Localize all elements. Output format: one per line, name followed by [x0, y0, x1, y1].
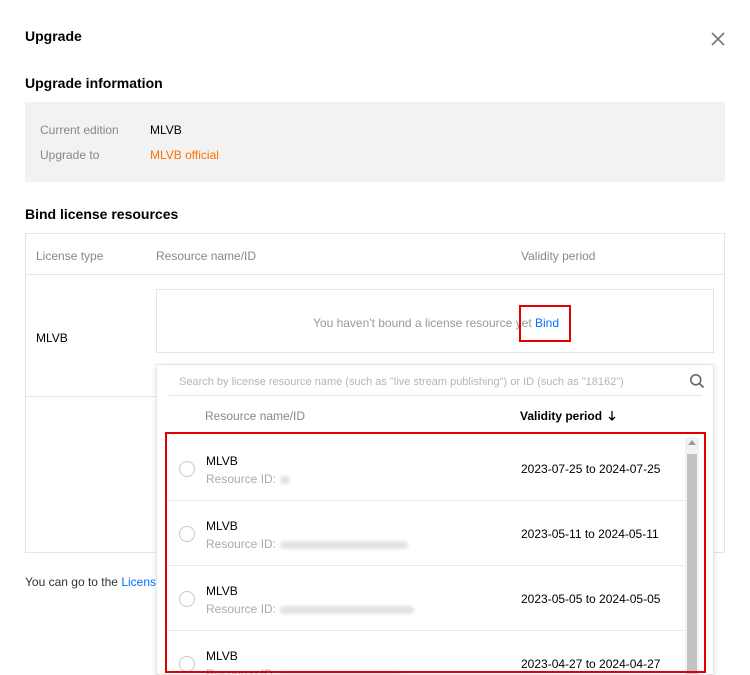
sort-down-icon[interactable]	[608, 411, 616, 421]
footer-note: You can go to the Licens	[25, 575, 156, 589]
current-edition-label: Current edition	[40, 123, 119, 137]
bind-empty-text: You haven't bound a license resource yet	[313, 316, 532, 330]
row-divider	[26, 396, 157, 397]
list-highlight-box	[165, 432, 706, 673]
upgrade-to-label: Upgrade to	[40, 148, 100, 162]
search-bar	[169, 367, 705, 396]
column-validity-period: Validity period	[521, 249, 596, 263]
column-license-type: License type	[36, 249, 104, 263]
upgrade-info-panel: Current edition MLVB Upgrade to MLVB offic…	[25, 102, 725, 182]
resource-search-input[interactable]	[169, 371, 664, 393]
upgrade-to-value: MLVB official	[150, 148, 219, 162]
bind-resource-box: You haven't bound a license resource yet…	[156, 289, 714, 353]
list-column-name: Resource name/ID	[205, 409, 306, 423]
bind-license-title: Bind license resources	[25, 206, 179, 222]
dialog-title: Upgrade	[25, 28, 82, 44]
close-icon[interactable]	[709, 30, 727, 48]
search-icon[interactable]	[689, 373, 705, 389]
upgrade-to-row: Upgrade to MLVB official	[40, 148, 219, 162]
current-edition-row: Current edition MLVB	[40, 123, 182, 137]
resource-list-header: Resource name/ID Validity period	[157, 405, 713, 429]
column-resource-name: Resource name/ID	[156, 249, 257, 263]
current-edition-value: MLVB	[150, 123, 182, 137]
license-table-header: License type Resource name/ID Validity p…	[26, 234, 724, 275]
list-column-validity-label: Validity period	[520, 409, 603, 423]
license-link[interactable]: Licens	[121, 575, 156, 589]
license-type-cell: MLVB	[36, 331, 68, 345]
bind-highlight-box	[519, 305, 571, 342]
list-column-validity[interactable]: Validity period	[520, 409, 616, 423]
upgrade-info-title: Upgrade information	[25, 75, 163, 91]
footer-text: You can go to the	[25, 575, 118, 589]
